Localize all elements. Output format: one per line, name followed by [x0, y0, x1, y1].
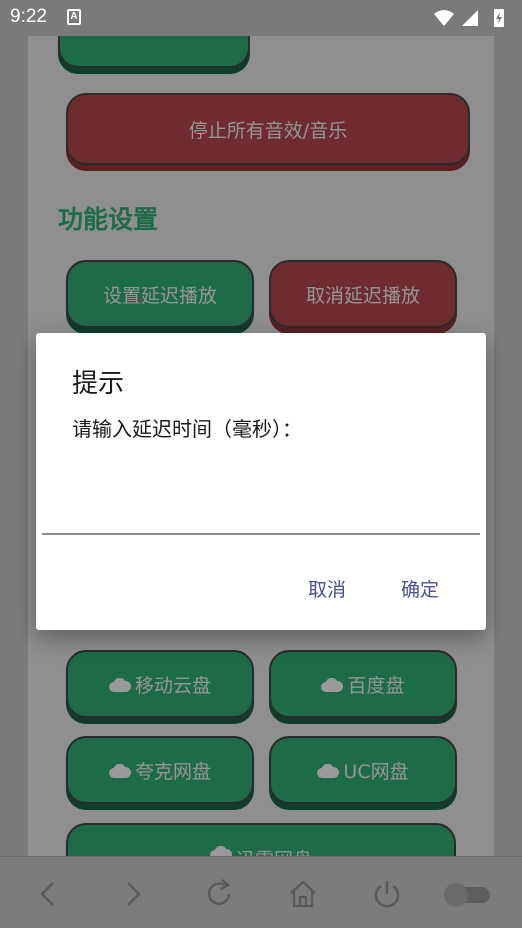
stop-all-button[interactable]: 停止所有音效/音乐: [66, 93, 470, 165]
wifi-icon: [434, 10, 454, 26]
forward-icon[interactable]: [116, 877, 150, 911]
dialog-cancel-button[interactable]: 取消: [308, 575, 346, 602]
status-bar: 9:22 A: [0, 0, 522, 36]
mobile-cloud-button[interactable]: 移动云盘: [66, 650, 254, 718]
bottom-nav-bar: [0, 856, 522, 928]
stop-all-label: 停止所有音效/音乐: [188, 119, 348, 142]
cloud-icon: [210, 846, 232, 856]
system-icons: [434, 9, 504, 27]
quark-disk-label: 夸克网盘: [134, 760, 211, 783]
cancel-delay-label: 取消延迟播放: [305, 284, 420, 307]
dialog-confirm-button[interactable]: 确定: [401, 575, 439, 602]
section-title: 功能设置: [58, 205, 159, 234]
refresh-icon[interactable]: [202, 877, 236, 911]
xunlei-disk-label: 迅雷网盘: [236, 845, 312, 856]
top-partial-button[interactable]: [58, 36, 250, 68]
uc-disk-button[interactable]: UC网盘: [269, 736, 457, 804]
back-icon[interactable]: [32, 877, 66, 911]
cloud-icon: [321, 678, 344, 692]
uc-disk-label: UC网盘: [343, 760, 409, 783]
status-time: 9:22: [10, 6, 47, 27]
dialog-title: 提示: [72, 369, 125, 399]
cloud-icon: [109, 764, 131, 778]
dialog-message: 请输入延迟时间（毫秒）：: [72, 417, 302, 441]
baidu-disk-button[interactable]: 百度盘: [269, 650, 457, 718]
baidu-disk-label: 百度盘: [347, 674, 405, 697]
notification-a-icon: A: [67, 9, 81, 25]
cloud-icon: [109, 678, 131, 692]
delay-time-input[interactable]: [42, 493, 480, 535]
quark-disk-button[interactable]: 夸克网盘: [66, 736, 254, 804]
cloud-icon: [317, 764, 340, 778]
signal-icon: [462, 10, 478, 26]
power-icon[interactable]: [370, 877, 404, 911]
delay-input-dialog: 提示 请输入延迟时间（毫秒）： 取消 确定: [36, 333, 486, 630]
toggle-switch-icon[interactable]: [440, 877, 492, 911]
cancel-delay-button[interactable]: 取消延迟播放: [269, 260, 457, 328]
xunlei-disk-button[interactable]: 迅雷网盘: [66, 823, 456, 856]
home-icon[interactable]: [286, 877, 320, 911]
mobile-cloud-label: 移动云盘: [134, 674, 211, 697]
set-delay-button[interactable]: 设置延迟播放: [66, 260, 254, 328]
set-delay-label: 设置延迟播放: [102, 284, 217, 307]
